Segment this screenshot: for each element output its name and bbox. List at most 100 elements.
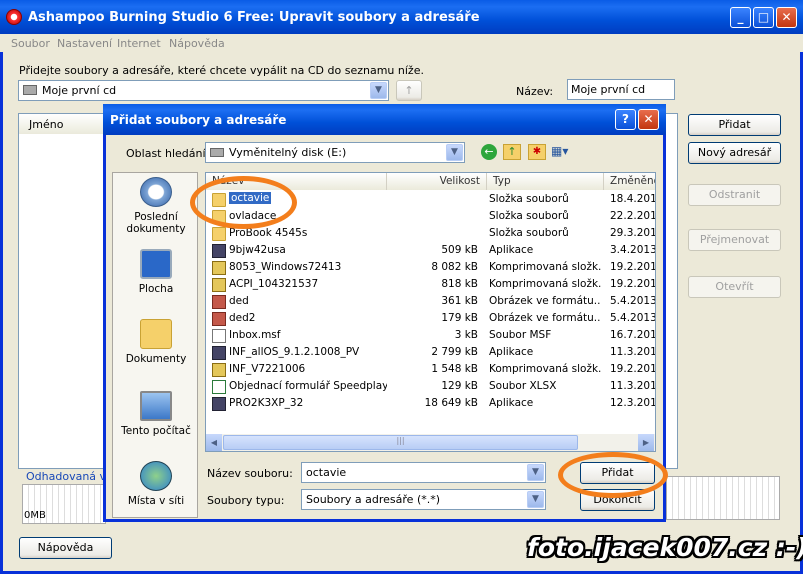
file-row[interactable]: Objednací formulář Speedplay... 129 kB Sou…: [206, 378, 655, 395]
file-type: Aplikace: [489, 397, 534, 409]
file-row[interactable]: Inbox.msf 3 kB Soubor MSF 16.7.201: [206, 327, 655, 344]
file-modified: 12.3.201: [610, 397, 656, 409]
file-modified: 5.4.2013: [610, 295, 656, 307]
capacity-scale-right: [666, 476, 780, 520]
title-bar[interactable]: Ashampoo Burning Studio 6 Free: Upravit …: [0, 0, 803, 34]
file-row[interactable]: ProBook 4545s Složka souborů 29.3.201: [206, 225, 655, 242]
filename-label: Název souboru:: [207, 467, 293, 480]
file-modified: 16.7.201: [610, 329, 656, 341]
window-title: Ashampoo Burning Studio 6 Free: Upravit …: [28, 10, 480, 25]
file-name: PRO2K3XP_32: [229, 397, 304, 409]
file-row[interactable]: PRO2K3XP_32 18 649 kB Aplikace 12.3.201: [206, 395, 655, 412]
place-my-computer[interactable]: Tento počítač: [113, 391, 199, 437]
doc-file-icon: [212, 329, 226, 343]
dialog-title-bar[interactable]: Přidat soubory a adresáře ? ✕: [103, 104, 666, 135]
close-button[interactable]: ✕: [776, 7, 797, 28]
column-modified[interactable]: Změněno: [604, 173, 655, 190]
file-name: INF_allOS_9.1.2.1008_PV: [229, 346, 360, 358]
name-input[interactable]: Moje první cd: [567, 79, 675, 100]
file-size: 8 082 kB: [431, 261, 478, 273]
file-modified: 29.3.201: [610, 227, 656, 239]
file-type: Soubor XLSX: [489, 380, 557, 392]
new-folder-button[interactable]: Nový adresář: [688, 142, 781, 164]
app-icon: [6, 9, 22, 25]
filetype-select[interactable]: Soubory a adresáře (*.*) ▼: [301, 489, 546, 510]
file-type: Aplikace: [489, 244, 534, 256]
place-documents[interactable]: Dokumenty: [113, 319, 199, 365]
dialog-help-button[interactable]: ?: [615, 109, 636, 130]
menu-help[interactable]: Nápověda: [169, 37, 225, 50]
scroll-thumb[interactable]: |||: [223, 435, 578, 450]
place-recent[interactable]: Poslední dokumenty: [113, 177, 199, 235]
instruction-text: Přidejte soubory a adresáře, které chcet…: [19, 64, 424, 77]
lookin-label: Oblast hledání:: [126, 147, 210, 160]
file-row[interactable]: ded2 179 kB Obrázek ve formátu... 5.4.2013: [206, 310, 655, 327]
scroll-right-icon[interactable]: ▶: [638, 434, 654, 451]
menu-settings[interactable]: Nastavení: [57, 37, 112, 50]
scroll-left-icon[interactable]: ◀: [206, 434, 222, 451]
file-modified: 18.4.201: [610, 193, 656, 205]
estimate-label: Odhadovaná ve: [26, 470, 113, 483]
place-network[interactable]: Místa v síti: [113, 461, 199, 507]
exe-file-icon: [212, 397, 226, 411]
file-type: Obrázek ve formátu...: [489, 295, 601, 307]
open-button[interactable]: Otevřít: [688, 276, 781, 298]
filename-input[interactable]: octavie ▼: [301, 462, 546, 483]
rename-button[interactable]: Přejmenovat: [688, 229, 781, 251]
dialog-close-button[interactable]: ✕: [638, 109, 659, 130]
view-menu-icon[interactable]: ▦▾: [551, 144, 573, 160]
file-row[interactable]: INF_V7221006 1 548 kB Komprimovaná složk..…: [206, 361, 655, 378]
file-row[interactable]: 8053_Windows72413 8 082 kB Komprimovaná sl…: [206, 259, 655, 276]
maximize-button[interactable]: □: [753, 7, 774, 28]
up-folder-icon[interactable]: ↑: [503, 144, 521, 160]
drive-icon: [23, 85, 37, 95]
file-name: 9bjw42usa: [229, 244, 286, 256]
file-modified: 22.2.201: [610, 210, 656, 222]
new-folder-icon[interactable]: ✱: [528, 144, 546, 160]
chevron-down-icon[interactable]: ▼: [446, 144, 463, 161]
column-size[interactable]: Velikost: [387, 173, 487, 190]
file-size: 2 799 kB: [431, 346, 478, 358]
file-type: Komprimovaná složk...: [489, 261, 601, 273]
back-icon[interactable]: ←: [481, 144, 497, 160]
file-modified: 19.2.201: [610, 278, 656, 290]
add-button[interactable]: Přidat: [688, 114, 781, 136]
zip-file-icon: [212, 278, 226, 292]
network-places-icon: [140, 461, 172, 491]
file-row[interactable]: INF_allOS_9.1.2.1008_PV 2 799 kB Aplikace 1…: [206, 344, 655, 361]
horizontal-scrollbar[interactable]: ◀ ||| ▶: [206, 434, 655, 451]
chevron-down-icon[interactable]: ▼: [370, 82, 387, 99]
column-type[interactable]: Typ: [487, 173, 604, 190]
zip-file-icon: [212, 261, 226, 275]
file-name: ACPI_104321537: [229, 278, 319, 290]
annotation-circle-add: [558, 452, 668, 498]
file-name: Objednací formulář Speedplay...: [229, 380, 387, 392]
zip-file-icon: [212, 363, 226, 377]
menu-internet[interactable]: Internet: [117, 37, 161, 50]
my-computer-icon: [140, 391, 172, 421]
annotation-circle-folder: [190, 176, 297, 229]
chevron-down-icon[interactable]: ▼: [527, 464, 544, 481]
menu-file[interactable]: Soubor: [11, 37, 50, 50]
file-name: 8053_Windows72413: [229, 261, 342, 273]
file-row[interactable]: ded 361 kB Obrázek ve formátu... 5.4.2013: [206, 293, 655, 310]
file-type: Aplikace: [489, 346, 534, 358]
file-size: 18 649 kB: [424, 397, 478, 409]
file-row[interactable]: 9bjw42usa 509 kB Aplikace 3.4.2013: [206, 242, 655, 259]
location-value: Moje první cd: [42, 84, 117, 97]
file-row[interactable]: ACPI_104321537 818 kB Komprimovaná složk..…: [206, 276, 655, 293]
chevron-down-icon[interactable]: ▼: [527, 491, 544, 508]
location-combo[interactable]: Moje první cd ▼: [18, 80, 389, 101]
lookin-combo[interactable]: Vyměnitelný disk (E:) ▼: [205, 142, 465, 163]
minimize-button[interactable]: _: [730, 7, 751, 28]
removable-disk-icon: [210, 148, 224, 157]
file-modified: 19.2.201: [610, 261, 656, 273]
file-name: INF_V7221006: [229, 363, 306, 375]
remove-button[interactable]: Odstranit: [688, 184, 781, 206]
file-type: Složka souborů: [489, 210, 569, 222]
watermark-text: foto.ijacek007.cz :-): [527, 533, 803, 562]
up-level-button[interactable]: ↑: [396, 80, 422, 101]
column-header-name[interactable]: Jméno: [19, 114, 105, 134]
place-desktop[interactable]: Plocha: [113, 249, 199, 295]
help-button[interactable]: Nápověda: [19, 537, 112, 559]
